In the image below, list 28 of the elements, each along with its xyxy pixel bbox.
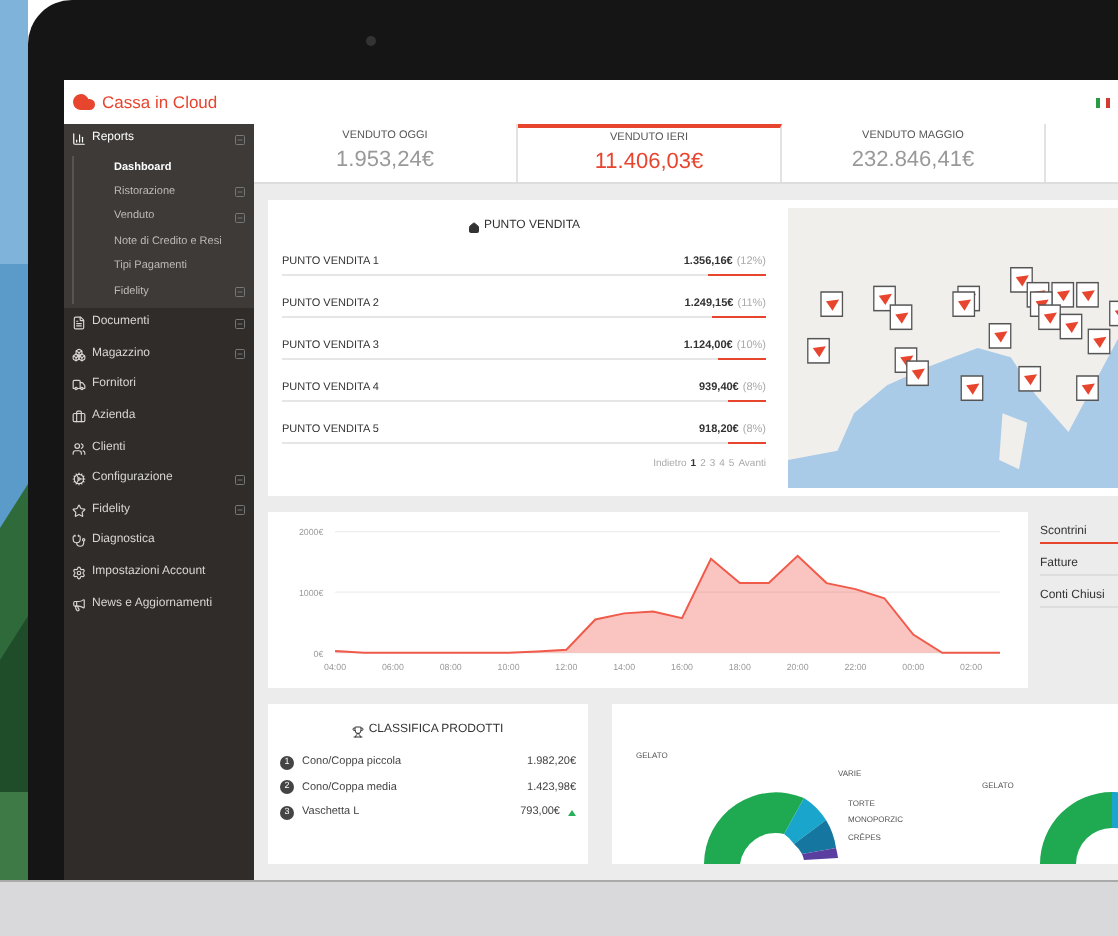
- megaphone-icon: [72, 597, 86, 612]
- users-icon: [72, 441, 86, 456]
- donut-chart-drawing: [1038, 792, 1118, 864]
- logo: Cassa in Cloud: [102, 89, 218, 115]
- collapse-icon: [234, 211, 246, 224]
- document-icon: [72, 316, 86, 331]
- collapse-icon: [234, 133, 246, 146]
- home-icon: [467, 221, 480, 233]
- collapse-icon: [234, 285, 246, 298]
- star-icon: [72, 503, 86, 518]
- settings-icon: [72, 565, 86, 580]
- collapse-icon: [234, 348, 246, 361]
- bar-chart-icon: [72, 132, 86, 147]
- collapse-icon: [234, 473, 246, 486]
- trend-up-icon: [568, 809, 576, 816]
- gear-icon: [72, 472, 86, 487]
- stethoscope-icon: [72, 534, 86, 549]
- flag-icon: [1096, 97, 1110, 107]
- donut-chart-drawing: [702, 792, 838, 864]
- truck-icon: [72, 378, 86, 393]
- collapse-icon: [234, 186, 246, 199]
- cloud-logo-icon: [72, 90, 96, 114]
- collapse-icon: [234, 317, 246, 330]
- boxes-icon: [72, 347, 86, 362]
- collapse-icon: [234, 504, 246, 517]
- camera-icon: [366, 36, 376, 46]
- briefcase-icon: [72, 410, 86, 425]
- trophy-icon: [352, 725, 365, 737]
